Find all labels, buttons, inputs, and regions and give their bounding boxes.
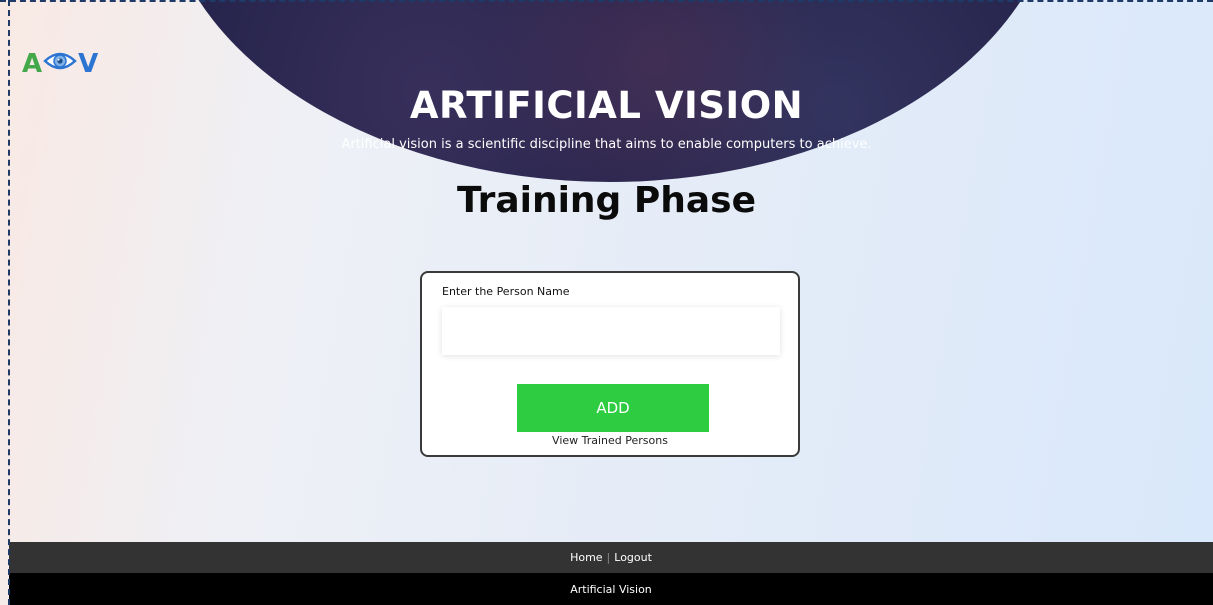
person-name-input[interactable] — [442, 307, 780, 355]
logo-letter-a: A — [22, 48, 43, 79]
site-logo[interactable]: A V — [22, 50, 98, 77]
person-name-label: Enter the Person Name — [442, 285, 570, 298]
dashed-border-top — [0, 0, 1213, 2]
page: A V ARTIFICIAL VISION Artificial vision … — [0, 0, 1213, 605]
footer-separator: | — [606, 551, 611, 564]
hero-subtitle: Artificial vision is a scientific discip… — [341, 137, 872, 152]
footer-logout-link[interactable]: Logout — [614, 551, 652, 564]
footer-copyright: Artificial Vision — [9, 573, 1213, 605]
dashed-border-left — [8, 0, 10, 605]
page-title: Training Phase — [456, 180, 757, 221]
footer-home-link[interactable]: Home — [570, 551, 602, 564]
training-form-card: Enter the Person Name ADD View Trained P… — [420, 271, 800, 457]
view-trained-persons-link[interactable]: View Trained Persons — [422, 434, 798, 447]
logo-letter-v: V — [78, 48, 99, 79]
footer-nav: Home | Logout — [9, 542, 1213, 573]
eye-icon — [43, 50, 77, 77]
hero-title: ARTIFICIAL VISION — [409, 84, 804, 127]
add-button[interactable]: ADD — [517, 384, 709, 432]
